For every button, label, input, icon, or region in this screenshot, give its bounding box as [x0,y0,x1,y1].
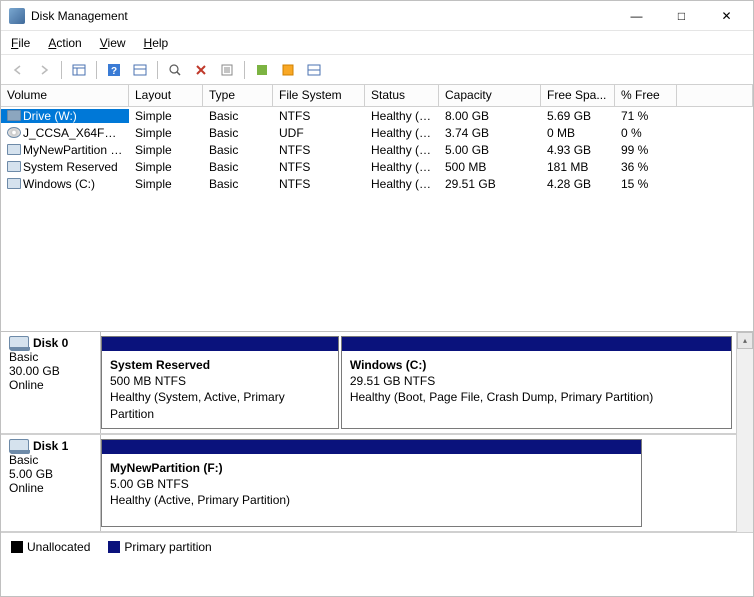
menu-action[interactable]: Action [48,36,81,50]
menu-file[interactable]: File [11,36,30,50]
volume-grid: Volume Layout Type File System Status Ca… [1,85,753,332]
svg-text:?: ? [111,66,117,77]
toolbar-panel-button[interactable] [303,59,325,81]
disk-info[interactable]: Disk 0Basic30.00 GBOnline [1,332,101,433]
volume-row[interactable]: Windows (C:)SimpleBasicNTFSHealthy (B...… [1,175,753,192]
partition-bar [102,337,338,351]
col-pct[interactable]: % Free [615,85,677,106]
col-capacity[interactable]: Capacity [439,85,541,106]
back-button [7,59,29,81]
scroll-up-icon[interactable]: ▴ [737,332,753,349]
disk-info[interactable]: Disk 1Basic5.00 GBOnline [1,435,101,531]
volume-row[interactable]: Drive (W:)SimpleBasicNTFSHealthy (A...8.… [1,107,753,124]
showhide-console-button[interactable] [68,59,90,81]
partition[interactable]: MyNewPartition (F:)5.00 GB NTFSHealthy (… [101,439,642,527]
partition-bar [342,337,731,351]
help-button[interactable]: ? [103,59,125,81]
partition[interactable]: System Reserved500 MB NTFSHealthy (Syste… [101,336,339,429]
window-title: Disk Management [31,9,614,23]
toolbar-view-button[interactable] [129,59,151,81]
close-button[interactable]: ✕ [704,2,749,30]
col-status[interactable]: Status [365,85,439,106]
delete-button[interactable] [190,59,212,81]
primary-swatch-icon [108,541,120,553]
disk-icon [9,439,29,453]
volume-icon [7,178,21,189]
disk-partitions: System Reserved500 MB NTFSHealthy (Syste… [101,332,736,433]
volume-row[interactable]: J_CCSA_X64FRE_E...SimpleBasicUDFHealthy … [1,124,753,141]
volume-row[interactable]: System ReservedSimpleBasicNTFSHealthy (S… [1,158,753,175]
disk: Disk 1Basic5.00 GBOnlineMyNewPartition (… [1,435,736,532]
legend-primary: Primary partition [108,540,211,554]
volume-icon [7,161,21,172]
grid-header: Volume Layout Type File System Status Ca… [1,85,753,107]
volume-icon [7,110,21,121]
minimize-button[interactable]: — [614,2,659,30]
explore-button[interactable] [164,59,186,81]
properties-button[interactable] [216,59,238,81]
col-spacer [677,85,753,106]
partition-bar [102,440,641,454]
disk-pane: Disk 0Basic30.00 GBOnlineSystem Reserved… [1,332,753,532]
disk-partitions: MyNewPartition (F:)5.00 GB NTFSHealthy (… [101,435,736,531]
toolbar: ? [1,55,753,85]
toolbar-orange-button[interactable] [277,59,299,81]
disk-icon [9,336,29,350]
legend: Unallocated Primary partition [1,532,753,560]
volume-icon [7,144,21,155]
maximize-button[interactable]: □ [659,2,704,30]
toolbar-green-button[interactable] [251,59,273,81]
forward-button [33,59,55,81]
unallocated-swatch-icon [11,541,23,553]
volume-icon [7,127,21,138]
grid-body[interactable]: Drive (W:)SimpleBasicNTFSHealthy (A...8.… [1,107,753,331]
col-fs[interactable]: File System [273,85,365,106]
menu-help[interactable]: Help [144,36,169,50]
menubar: File Action View Help [1,31,753,55]
menu-view[interactable]: View [100,36,126,50]
disk: Disk 0Basic30.00 GBOnlineSystem Reserved… [1,332,736,435]
app-icon [9,8,25,24]
col-free[interactable]: Free Spa... [541,85,615,106]
volume-row[interactable]: MyNewPartition (F:)SimpleBasicNTFSHealth… [1,141,753,158]
col-type[interactable]: Type [203,85,273,106]
col-layout[interactable]: Layout [129,85,203,106]
legend-unallocated: Unallocated [11,540,90,554]
col-volume[interactable]: Volume [1,85,129,106]
scrollbar[interactable]: ▴ [736,332,753,532]
titlebar: Disk Management — □ ✕ [1,1,753,31]
partition[interactable]: Windows (C:)29.51 GB NTFSHealthy (Boot, … [341,336,732,429]
